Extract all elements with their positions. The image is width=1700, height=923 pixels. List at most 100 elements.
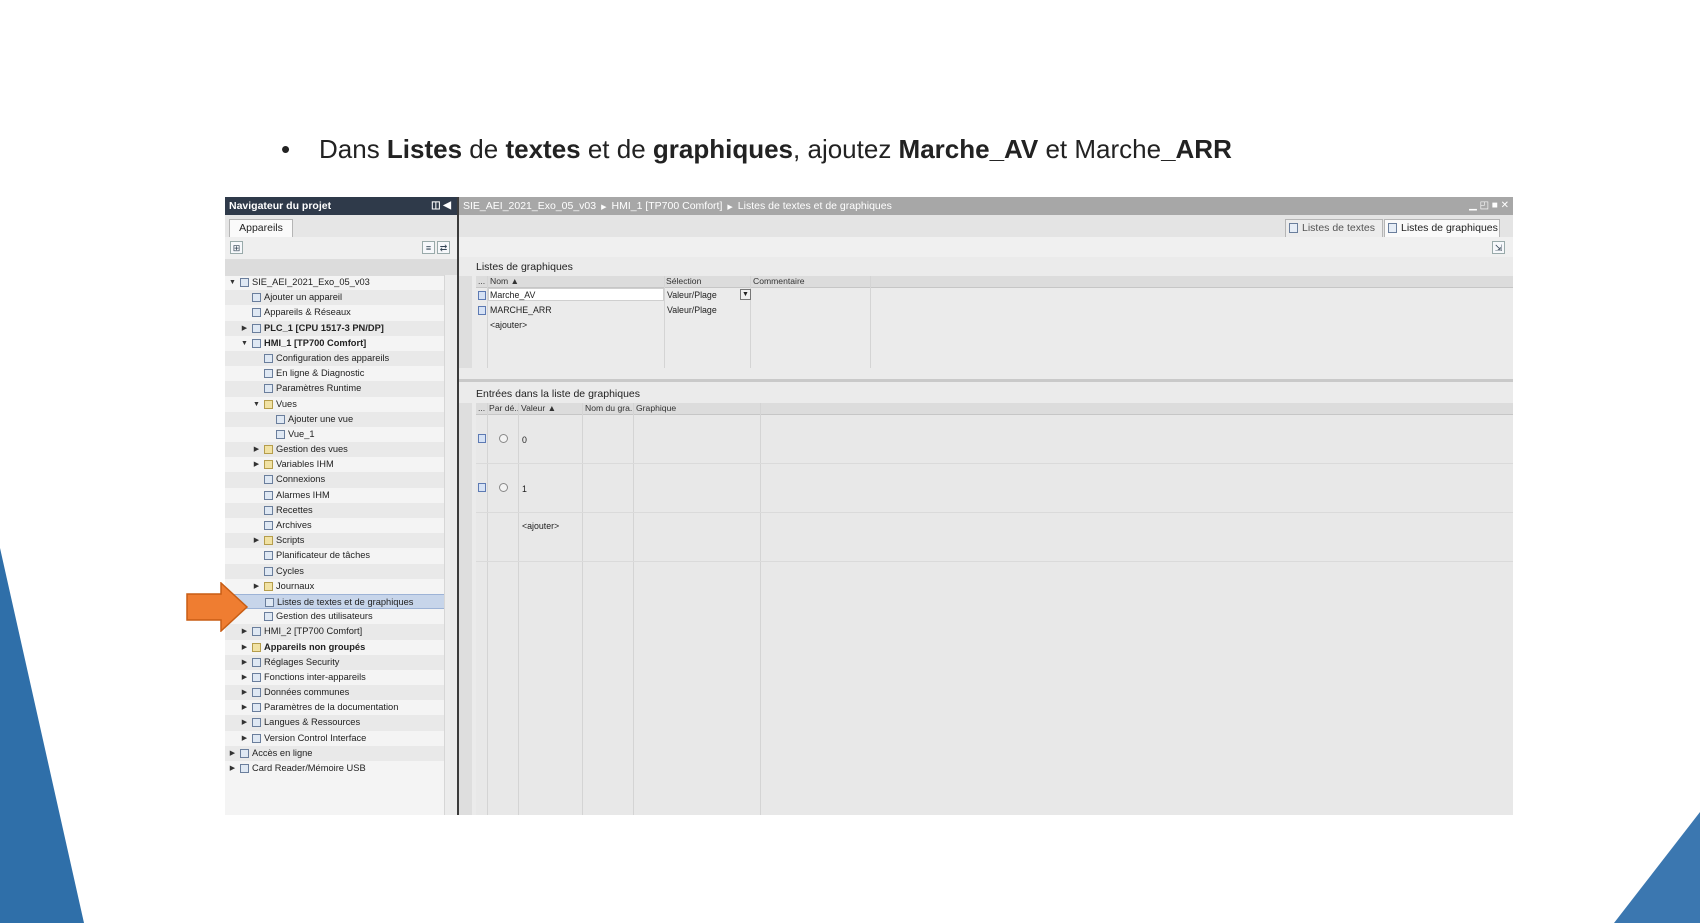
tree-item[interactable]: Vue_1 xyxy=(225,427,457,442)
tree-item[interactable]: Archives xyxy=(225,518,457,533)
expand-right-icon[interactable]: ▶ xyxy=(241,655,248,670)
overview-icon[interactable]: ⊞ xyxy=(230,241,243,254)
col-handle: ... xyxy=(478,276,486,286)
expand-right-icon[interactable]: ▶ xyxy=(229,761,236,776)
col-value[interactable]: Valeur ▲ xyxy=(521,403,556,414)
expand-right-icon[interactable]: ▶ xyxy=(241,685,248,700)
tree-item-label: Scripts xyxy=(276,535,305,546)
value-cell[interactable]: 0 xyxy=(522,435,527,445)
export-icon[interactable]: ⇲ xyxy=(1492,241,1505,254)
add-row[interactable]: <ajouter> xyxy=(476,513,1513,562)
tree-item[interactable]: Cycles xyxy=(225,563,457,579)
expand-right-icon[interactable]: ▶ xyxy=(241,731,248,746)
expand-down-icon[interactable]: ▼ xyxy=(253,397,260,412)
tree-item[interactable]: ▶ Langues & Ressources xyxy=(225,715,457,731)
list-name-cell[interactable]: MARCHE_ARR xyxy=(490,305,552,315)
tree-item[interactable]: Recettes xyxy=(225,502,457,518)
tree-item[interactable]: Connexions xyxy=(225,472,457,488)
editor-title-bar: SIE_AEI_2021_Exo_05_v03 ▶ HMI_1 [TP700 Com… xyxy=(459,197,1513,215)
add-entry[interactable]: <ajouter> xyxy=(522,521,559,531)
expand-right-icon[interactable]: ▶ xyxy=(241,670,248,685)
tree-item[interactable]: En ligne & Diagnostic xyxy=(225,366,457,381)
tree-item[interactable]: ▶ Journaux xyxy=(225,579,457,594)
expand-right-icon[interactable]: ▶ xyxy=(253,579,260,594)
navigator-scrollbar[interactable] xyxy=(444,275,457,815)
expand-right-icon[interactable]: ▶ xyxy=(241,700,248,715)
tree-item[interactable]: ▶ Fonctions inter-appareils xyxy=(225,670,457,685)
tree-item[interactable]: ▶ Card Reader/Mémoire USB xyxy=(225,761,457,776)
add-row[interactable]: <ajouter> xyxy=(476,318,1513,332)
tree-item[interactable]: ▶ Variables IHM xyxy=(225,457,457,472)
breadcrumb-item[interactable]: Listes de textes et de graphiques xyxy=(738,200,892,212)
navigator-title: Navigateur du projet xyxy=(229,200,332,212)
tree-item-label: Langues & Ressources xyxy=(264,717,361,728)
expand-right-icon[interactable]: ▶ xyxy=(253,457,260,472)
expand-right-icon[interactable]: ▶ xyxy=(241,321,248,336)
tab-text-lists[interactable]: Listes de textes xyxy=(1285,219,1383,237)
table-row[interactable]: 1 xyxy=(476,464,1513,513)
col-default[interactable]: Par dé.. xyxy=(489,403,519,414)
editor-toolbar: ⇲ xyxy=(459,237,1513,257)
expand-right-icon[interactable]: ▶ xyxy=(241,640,248,655)
tree-item[interactable]: Ajouter un appareil xyxy=(225,290,457,306)
chevron-down-icon[interactable]: ▼ xyxy=(740,289,751,300)
list-view-icon[interactable]: ≡ xyxy=(422,241,435,254)
tree-item[interactable]: ▶ HMI_2 [TP700 Comfort] xyxy=(225,624,457,640)
navigator-collapse-icon[interactable]: ◫ ◀ xyxy=(431,197,451,215)
tree-item[interactable]: Appareils & Réseaux xyxy=(225,305,457,320)
tree-item[interactable]: Alarmes IHM xyxy=(225,488,457,503)
tab-appareils[interactable]: Appareils xyxy=(229,219,293,237)
graphic-list-icon xyxy=(1388,223,1397,233)
default-radio[interactable] xyxy=(499,434,508,443)
languages-icon xyxy=(252,718,261,728)
table-row[interactable]: MARCHE_ARR Valeur/Plage xyxy=(476,303,1513,317)
tree-item[interactable]: ▶ Données communes xyxy=(225,685,457,701)
add-graphic-list[interactable]: <ajouter> xyxy=(490,320,527,330)
tree-item[interactable]: ▼ Vues xyxy=(225,397,457,412)
tree-item[interactable]: ▶ Appareils non groupés xyxy=(225,640,457,655)
tree-item[interactable]: ▶ Version Control Interface xyxy=(225,731,457,746)
sync-icon[interactable]: ⇄ xyxy=(437,241,450,254)
tree-item[interactable]: ▶ Paramètres de la documentation xyxy=(225,700,457,715)
text-list-icon xyxy=(1289,223,1298,233)
add-device-icon xyxy=(252,293,261,303)
window-controls-icon[interactable]: ▁ ◰ ■ ✕ xyxy=(1469,197,1509,215)
breadcrumb-item[interactable]: SIE_AEI_2021_Exo_05_v03 xyxy=(463,200,596,212)
expand-right-icon[interactable]: ▶ xyxy=(253,442,260,457)
selection-cell[interactable]: Valeur/Plage xyxy=(667,290,717,300)
tree-item[interactable]: ▶ Réglages Security xyxy=(225,654,457,670)
col-graphic-name[interactable]: Nom du gra.. xyxy=(585,403,635,414)
tree-item[interactable]: ▼ SIE_AEI_2021_Exo_05_v03 xyxy=(225,275,457,290)
table-row[interactable]: 0 xyxy=(476,415,1513,464)
tree-item[interactable]: Configuration des appareils xyxy=(225,350,457,367)
tree-item[interactable]: ▶ PLC_1 [CPU 1517-3 PN/DP] xyxy=(225,320,457,336)
table-row[interactable]: Marche_AV Valeur/Plage ▼ xyxy=(476,288,1513,302)
tree-item[interactable]: Planificateur de tâches xyxy=(225,548,457,563)
breadcrumb-item[interactable]: HMI_1 [TP700 Comfort] xyxy=(612,200,723,212)
tree-item[interactable]: Paramètres Runtime xyxy=(225,381,457,397)
tree-item[interactable]: Listes de textes et de graphiques xyxy=(225,593,457,610)
tree-item[interactable]: ▶ Gestion des vues xyxy=(225,442,457,458)
expand-right-icon[interactable]: ▶ xyxy=(241,715,248,730)
tree-item[interactable]: ▼ HMI_1 [TP700 Comfort] xyxy=(225,336,457,351)
graphic-lists-title: Listes de graphiques xyxy=(476,261,573,273)
selection-cell[interactable]: Valeur/Plage xyxy=(667,305,717,315)
tree-item[interactable]: Ajouter une vue xyxy=(225,411,457,427)
expand-right-icon[interactable]: ▶ xyxy=(253,533,260,548)
expand-down-icon[interactable]: ▼ xyxy=(229,275,236,290)
tab-graphic-lists[interactable]: Listes de graphiques xyxy=(1384,219,1500,237)
col-nom[interactable]: Nom ▲ xyxy=(490,276,519,287)
folder-icon xyxy=(264,581,273,591)
expand-right-icon[interactable]: ▶ xyxy=(229,746,236,761)
splitter[interactable] xyxy=(459,379,1513,382)
expand-down-icon[interactable]: ▼ xyxy=(241,336,248,351)
col-selection[interactable]: Sélection xyxy=(666,276,701,287)
default-radio[interactable] xyxy=(499,483,508,492)
col-graphic[interactable]: Graphique xyxy=(636,403,676,414)
tree-item[interactable]: ▶ Accès en ligne xyxy=(225,745,457,761)
col-commentaire[interactable]: Commentaire xyxy=(753,276,805,287)
list-name-cell[interactable]: Marche_AV xyxy=(490,290,535,300)
value-cell[interactable]: 1 xyxy=(522,484,527,494)
tree-item[interactable]: Gestion des utilisateurs xyxy=(225,609,457,624)
tree-item[interactable]: ▶ Scripts xyxy=(225,533,457,549)
